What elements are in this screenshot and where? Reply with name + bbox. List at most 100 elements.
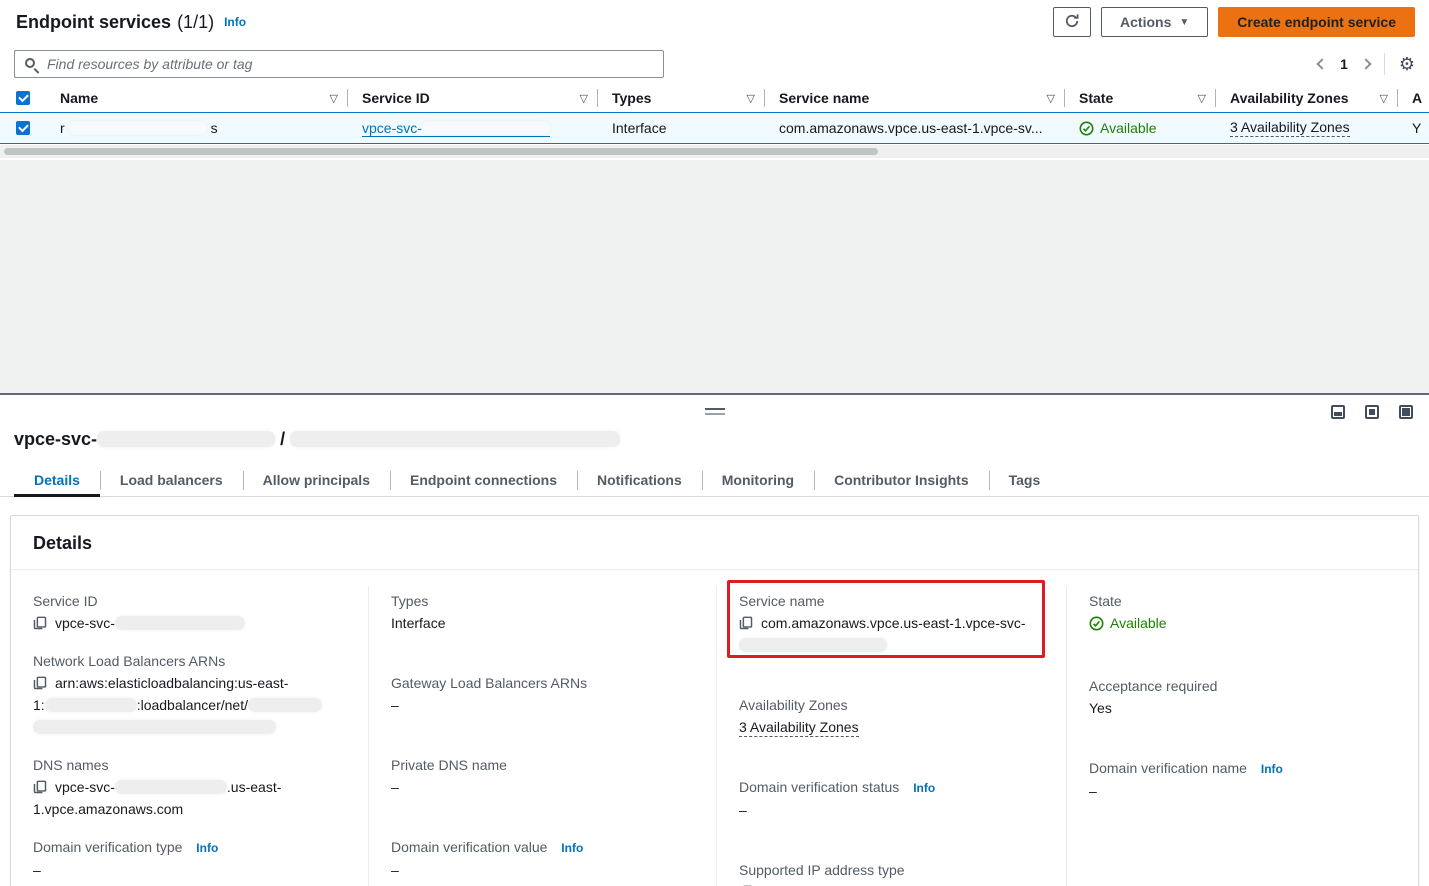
service-id-prefix: vpce-svc- <box>362 120 422 136</box>
horizontal-scrollbar <box>0 145 1429 158</box>
filter-icon[interactable]: ▽ <box>747 92 755 105</box>
info-link[interactable]: Info <box>224 15 246 29</box>
filter-icon[interactable]: ▽ <box>330 92 338 105</box>
tab-contributor-insights[interactable]: Contributor Insights <box>814 466 989 496</box>
state-label: Available <box>1100 120 1157 136</box>
panel-title: vpce-svc- / <box>14 429 1415 450</box>
field-value: – <box>739 799 1048 821</box>
row-name-fragment: r <box>60 120 65 136</box>
info-link[interactable]: Info <box>196 841 218 855</box>
search-input[interactable] <box>14 50 664 78</box>
result-count: (1/1) <box>177 12 214 33</box>
details-column-3: Service name com.amazonaws.vpce.us-east-… <box>716 586 1066 886</box>
tab-endpoint-connections[interactable]: Endpoint connections <box>390 466 577 496</box>
chevron-right-icon[interactable] <box>1360 58 1371 69</box>
column-header-service-name: Service name ▽ <box>765 84 1065 112</box>
refresh-icon <box>1064 13 1080 32</box>
field-nlb-arns: Network Load Balancers ARNs arn:aws:elas… <box>33 650 350 738</box>
tab-monitoring[interactable]: Monitoring <box>702 466 814 496</box>
panel-drag-handle[interactable] <box>705 408 725 415</box>
copy-icon[interactable] <box>739 616 753 630</box>
row-name-fragment: s <box>211 120 218 136</box>
field-label: Types <box>391 590 698 612</box>
service-id-value-prefix: vpce-svc- <box>55 615 115 631</box>
field-domain-verification-status: Domain verification status Info – <box>739 776 1048 821</box>
redacted-name <box>69 121 207 135</box>
info-link[interactable]: Info <box>913 781 935 795</box>
details-grid: Service ID vpce-svc- Network Load Bala <box>11 570 1418 886</box>
arn-line1: arn:aws:elasticloadbalancing:us-east- <box>55 675 288 691</box>
service-id-link[interactable]: vpce-svc- <box>362 120 550 137</box>
row-service-id-cell: vpce-svc- <box>348 113 598 143</box>
filter-icon[interactable]: ▽ <box>1380 92 1388 105</box>
copy-icon[interactable] <box>33 780 47 794</box>
select-all-cell <box>0 84 46 112</box>
panel-full-icon[interactable] <box>1399 405 1413 419</box>
copy-icon[interactable] <box>33 676 47 690</box>
field-value: – <box>391 776 698 798</box>
dns-prefix: vpce-svc- <box>55 779 115 795</box>
field-label: DNS names <box>33 754 350 776</box>
actions-button-label: Actions <box>1120 14 1171 30</box>
field-label: Supported IP address type <box>739 859 1048 881</box>
field-label: Domain verification value <box>391 839 547 855</box>
create-endpoint-service-button[interactable]: Create endpoint service <box>1218 7 1415 37</box>
redacted-title-name <box>290 431 620 447</box>
search-icon <box>25 58 35 68</box>
actions-button[interactable]: Actions ▼ <box>1101 7 1208 37</box>
pagination: 1 ⚙ <box>1318 53 1415 75</box>
info-link[interactable]: Info <box>1261 762 1283 776</box>
row-state-cell: Available <box>1065 113 1216 143</box>
row-availability-zones-cell: 3 Availability Zones <box>1216 113 1398 143</box>
horizontal-scrollbar-thumb[interactable] <box>4 148 878 155</box>
info-link[interactable]: Info <box>561 841 583 855</box>
redacted-service-id <box>422 121 550 135</box>
tab-notifications[interactable]: Notifications <box>577 466 702 496</box>
page-header: Endpoint services (1/1) Info Actions ▼ C… <box>0 0 1429 44</box>
field-label: Gateway Load Balancers ARNs <box>391 672 698 694</box>
copy-icon[interactable] <box>33 616 47 630</box>
tab-load-balancers[interactable]: Load balancers <box>100 466 243 496</box>
column-header-types: Types ▽ <box>598 84 765 112</box>
field-label: Domain verification status <box>739 779 899 795</box>
field-acceptance-required: Acceptance required Yes <box>1089 675 1400 719</box>
tab-allow-principals[interactable]: Allow principals <box>243 466 390 496</box>
field-domain-verification-value: Domain verification value Info – <box>391 836 698 881</box>
row-checkbox[interactable] <box>16 121 30 135</box>
caret-down-icon: ▼ <box>1179 18 1189 28</box>
filter-icon[interactable]: ▽ <box>1047 92 1055 105</box>
check-circle-icon <box>1079 121 1094 136</box>
panel-tabs: Details Load balancers Allow principals … <box>0 466 1429 497</box>
dns-line2: 1.vpce.amazonaws.com <box>33 798 350 820</box>
gear-icon[interactable]: ⚙ <box>1399 55 1415 73</box>
column-label: Service name <box>779 90 1047 106</box>
availability-zones-popover-trigger[interactable]: 3 Availability Zones <box>1230 119 1350 137</box>
chevron-left-icon[interactable] <box>1316 58 1327 69</box>
tab-details[interactable]: Details <box>14 466 100 496</box>
dns-mid: .us-east- <box>227 779 281 795</box>
tab-tags[interactable]: Tags <box>989 466 1061 496</box>
details-card-title: Details <box>11 516 1418 570</box>
redacted-service-name-suffix <box>739 638 887 652</box>
filter-icon[interactable]: ▽ <box>580 92 588 105</box>
column-label: Name <box>60 90 330 106</box>
field-label: Domain verification name <box>1089 760 1247 776</box>
redacted-account-id <box>45 698 137 712</box>
service-name-line1: com.amazonaws.vpce.us-east-1.vpce-svc- <box>761 615 1026 631</box>
panel-collapse-icon[interactable] <box>1331 405 1345 419</box>
column-header-service-id: Service ID ▽ <box>348 84 598 112</box>
table-row: r s vpce-svc- Interface com.amazonaws.vp… <box>0 112 1429 144</box>
arn-line2-start: 1: <box>33 697 45 713</box>
filter-icon[interactable]: ▽ <box>1198 92 1206 105</box>
select-all-checkbox[interactable] <box>16 91 30 105</box>
column-header-acceptance: A <box>1398 84 1429 112</box>
split-panel: vpce-svc- / Details Load balancers Allow… <box>0 393 1429 886</box>
panel-title-separator: / <box>280 429 285 449</box>
refresh-button[interactable] <box>1053 7 1091 37</box>
field-state: State Available <box>1089 590 1400 637</box>
row-name-cell: r s <box>46 113 348 143</box>
availability-zones-popover-trigger[interactable]: 3 Availability Zones <box>739 719 859 737</box>
redacted-arn-line3 <box>33 720 276 734</box>
page-number[interactable]: 1 <box>1340 56 1348 72</box>
panel-half-icon[interactable] <box>1365 405 1379 419</box>
